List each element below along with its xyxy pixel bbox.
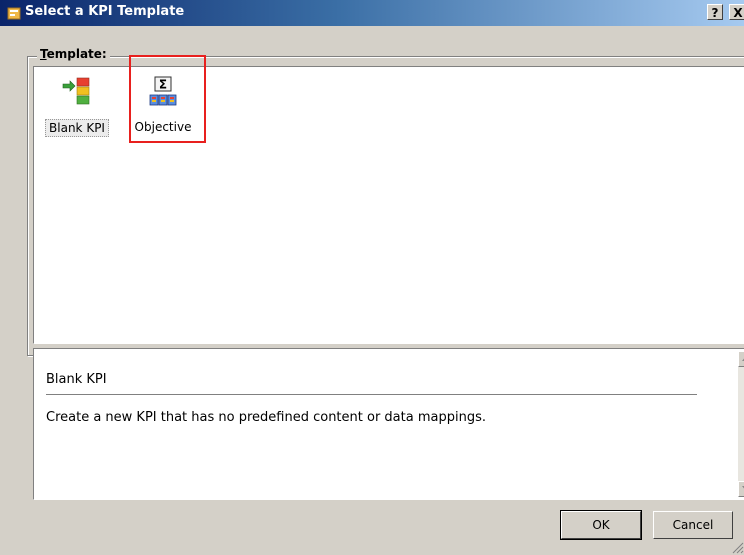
annotation-highlight-box: [129, 55, 206, 143]
description-panel: Blank KPI Create a new KPI that has no p…: [33, 348, 744, 500]
title-bar[interactable]: Select a KPI Template ? X: [0, 0, 744, 26]
template-item-label: Blank KPI: [45, 119, 109, 137]
description-text: Create a new KPI that has no predefined …: [46, 410, 486, 425]
description-scrollbar[interactable]: [738, 351, 744, 497]
app-icon: [7, 7, 21, 20]
scroll-down-button[interactable]: [738, 481, 744, 497]
template-group-label: Template:: [37, 47, 110, 61]
resize-grip-icon[interactable]: [728, 538, 744, 554]
ok-button[interactable]: OK: [560, 510, 642, 540]
description-title: Blank KPI: [46, 372, 107, 387]
close-button[interactable]: X: [729, 4, 744, 20]
dialog-title: Select a KPI Template: [25, 4, 185, 19]
template-item-blank-kpi[interactable]: Blank KPI: [45, 76, 109, 137]
kpi-template-dialog: Select a KPI Template ? X Template: Blan…: [0, 0, 744, 555]
blank-kpi-icon: [62, 77, 90, 105]
description-divider: [46, 394, 697, 395]
cancel-button[interactable]: Cancel: [653, 511, 733, 539]
help-button[interactable]: ?: [707, 4, 723, 20]
scroll-up-button[interactable]: [738, 351, 744, 367]
